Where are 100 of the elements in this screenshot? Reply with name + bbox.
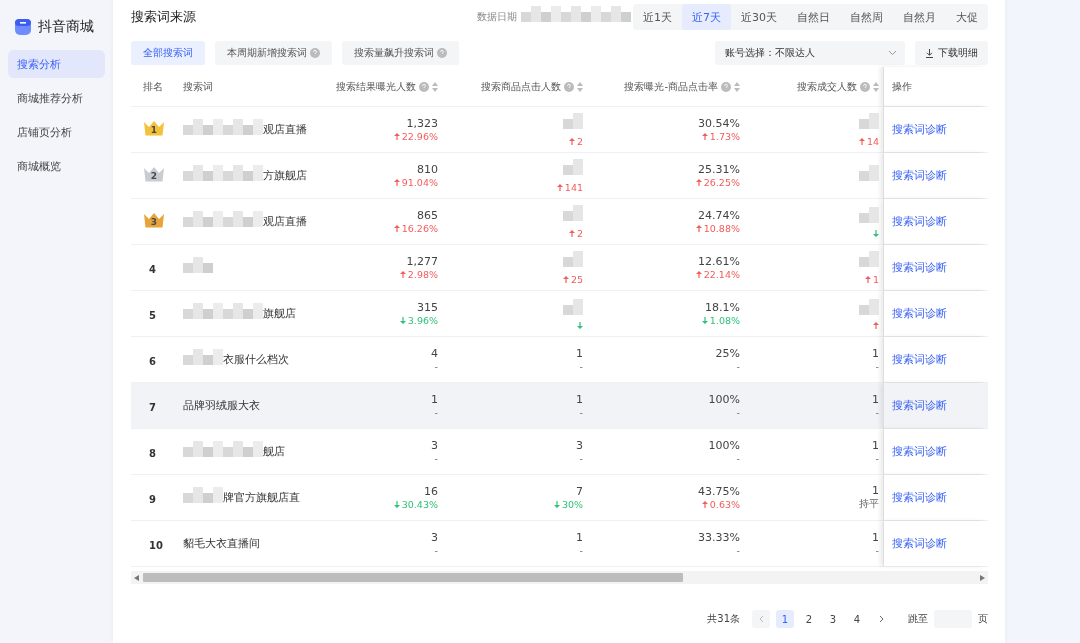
date-range-tab[interactable]: 近7天 [682, 4, 731, 30]
diagnose-link[interactable]: 搜索词诊断 [892, 122, 947, 137]
table-row[interactable]: 8 舰店 3 - 3 - 100% - 1 - 搜索词诊断 [131, 429, 988, 475]
rank-number: 5 [148, 310, 156, 321]
date-range-tab[interactable]: 自然月 [893, 4, 946, 30]
change-value: - [736, 361, 740, 372]
search-term: 貂毛大衣直播间 [183, 536, 260, 551]
search-term: 旗舰店 [263, 306, 296, 321]
horizontal-scrollbar[interactable] [131, 571, 988, 584]
date-range-tab[interactable]: 大促 [946, 4, 988, 30]
filter-tab[interactable]: 搜索量飙升搜索词 [342, 41, 459, 65]
filter-tab[interactable]: 本周期新增搜索词 [215, 41, 332, 65]
sort-icon[interactable] [734, 81, 740, 92]
sort-icon[interactable] [873, 81, 879, 92]
change-value: 持平 [859, 498, 879, 511]
metric-value: 16 [424, 485, 438, 498]
page-button[interactable]: 3 [824, 610, 842, 628]
chevron-left-icon [758, 615, 764, 623]
date-range-tab[interactable]: 近30天 [731, 4, 787, 30]
change-value: 3.96% [407, 315, 438, 326]
change-value: - [875, 361, 879, 372]
diagnose-link[interactable]: 搜索词诊断 [892, 398, 947, 413]
diagnose-link[interactable]: 搜索词诊断 [892, 444, 947, 459]
table-row[interactable]: 9 牌官方旗舰店直 16 30.43% 7 30% 43.75% 0.63% 1 持平 搜索词诊断 [131, 475, 988, 521]
page-button[interactable]: 1 [776, 610, 794, 628]
column-header: 搜索词 [183, 79, 213, 94]
table-row[interactable]: 7 品牌羽绒服大衣 1 - 1 - 100% - 1 - 搜索词诊断 [131, 383, 988, 429]
page-button[interactable]: 2 [800, 610, 818, 628]
page-suffix: 页 [978, 612, 988, 626]
column-header: 搜索曝光-商品点击率 [624, 79, 718, 94]
account-select[interactable]: 账号选择：不限达人 [715, 41, 905, 65]
change-value: 22.14% [703, 269, 740, 280]
change-value: 2 [576, 135, 583, 147]
page-button[interactable]: 4 [848, 610, 866, 628]
scroll-right-icon[interactable] [980, 574, 985, 581]
change-value: - [434, 361, 438, 372]
metric-value: 100% [708, 393, 740, 406]
change-value: 14 [866, 135, 879, 147]
table-row[interactable]: 3 观店直播 865 16.26% 2 24.74% 10.88% 搜索词诊断 [131, 199, 988, 245]
sort-icon[interactable] [432, 81, 438, 92]
rank-number: 2 [149, 170, 159, 182]
help-icon[interactable] [564, 81, 574, 92]
rank-number: 9 [148, 494, 156, 505]
sidebar-item[interactable]: 搜索分析 [8, 50, 105, 78]
metric-value: 18.1% [705, 301, 740, 314]
sidebar-item[interactable]: 店铺页分析 [8, 118, 105, 146]
table-row[interactable]: 6 衣服什么档次 4 - 1 - 25% - 1 - 搜索词诊断 [131, 337, 988, 383]
change-value: - [434, 453, 438, 464]
diagnose-link[interactable]: 搜索词诊断 [892, 490, 947, 505]
metric-value: 865 [417, 209, 438, 222]
date-range-tab[interactable]: 近1天 [633, 4, 682, 30]
table-row[interactable]: 1 观店直播 1,323 22.96% 2 30.54% 1.73% 14 搜索词诊断 [131, 107, 988, 153]
date-range-tab[interactable]: 自然周 [840, 4, 893, 30]
date-range-tab[interactable]: 自然日 [787, 4, 840, 30]
help-icon[interactable] [721, 81, 731, 92]
table-row[interactable]: 2 方旗舰店 810 91.04% 141 25.31% 26.25% 搜索词诊断 [131, 153, 988, 199]
metric-value: 33.33% [698, 531, 740, 544]
metric-value: 1 [576, 531, 583, 544]
metric-value: 810 [417, 163, 438, 176]
search-term: 舰店 [263, 444, 285, 459]
rank-number: 1 [149, 124, 159, 136]
sidebar-item[interactable]: 商城概览 [8, 152, 105, 180]
metric-value: 3 [431, 439, 438, 452]
change-value: - [736, 453, 740, 464]
column-header: 搜索成交人数 [797, 79, 857, 94]
sidebar-item[interactable]: 商城推荐分析 [8, 84, 105, 112]
table-row[interactable]: 5 旗舰店 315 3.96% 18.1% 1.08% 搜索词诊断 [131, 291, 988, 337]
change-value: - [736, 407, 740, 418]
metric-value: 3 [431, 531, 438, 544]
change-value: - [579, 361, 583, 372]
diagnose-link[interactable]: 搜索词诊断 [892, 168, 947, 183]
change-value: 10.88% [703, 223, 740, 234]
help-icon[interactable] [437, 48, 447, 58]
diagnose-link[interactable]: 搜索词诊断 [892, 214, 947, 229]
sort-icon[interactable] [577, 81, 583, 92]
scroll-left-icon[interactable] [134, 574, 139, 581]
filter-tab[interactable]: 全部搜索词 [131, 41, 205, 65]
diagnose-link[interactable]: 搜索词诊断 [892, 536, 947, 551]
previous-page-button[interactable] [752, 610, 770, 628]
diagnose-link[interactable]: 搜索词诊断 [892, 306, 947, 321]
search-term: 观店直播 [263, 122, 307, 137]
change-value: 0.63% [709, 499, 740, 510]
change-value: 141 [564, 181, 583, 193]
rank-number: 8 [148, 448, 156, 459]
column-header: 搜索商品点击人数 [481, 79, 561, 94]
help-icon[interactable] [310, 48, 320, 58]
rank-number: 3 [149, 216, 159, 228]
help-icon[interactable] [860, 81, 870, 92]
download-button[interactable]: 下载明细 [915, 41, 988, 65]
rank-number: 4 [148, 264, 156, 275]
diagnose-link[interactable]: 搜索词诊断 [892, 260, 947, 275]
diagnose-link[interactable]: 搜索词诊断 [892, 352, 947, 367]
help-icon[interactable] [419, 81, 429, 92]
table-row[interactable]: 10 貂毛大衣直播间 3 - 1 - 33.33% - 1 - 搜索词诊断 [131, 521, 988, 567]
change-value: 2 [576, 227, 583, 239]
rank-number: 6 [148, 356, 156, 367]
chevron-right-icon [878, 615, 884, 623]
column-header: 操作 [892, 79, 912, 94]
logo-icon [14, 18, 32, 36]
table-row[interactable]: 4 1,277 2.98% 25 12.61% 22.14% 1 搜索词诊断 [131, 245, 988, 291]
